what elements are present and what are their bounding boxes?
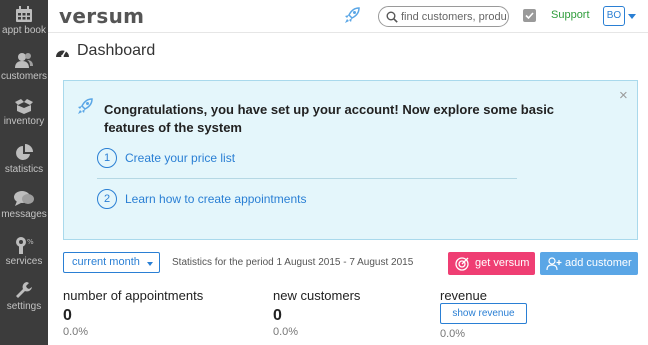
close-icon[interactable]: × <box>619 87 628 104</box>
get-versum-button[interactable]: get versum <box>448 252 535 275</box>
onboarding-banner: × Congratulations, you have set up your … <box>63 80 638 240</box>
show-revenue-button[interactable]: show revenue <box>440 303 527 324</box>
stat-appointments: number of appointments 0 0.0% <box>63 288 203 338</box>
top-bar: versum Support BO <box>48 0 648 33</box>
sidebar-item-label: messages <box>1 209 47 220</box>
sidebar-item-messages[interactable]: messages <box>0 190 48 220</box>
sidebar-item-label: inventory <box>3 116 45 127</box>
sidebar-item-label: services <box>5 256 43 267</box>
stat-new-customers: new customers 0 0.0% <box>273 288 360 338</box>
messages-icon <box>14 191 34 206</box>
checkbox-toggle[interactable] <box>523 9 536 22</box>
sidebar-item-services[interactable]: % services <box>0 236 48 267</box>
dashboard-gauge-icon <box>56 50 69 58</box>
svg-text:%: % <box>27 238 34 246</box>
target-icon <box>455 257 469 271</box>
pie-chart-icon <box>16 144 33 160</box>
stat-revenue: revenue <box>440 288 487 303</box>
wrench-icon <box>16 282 32 298</box>
search-input[interactable] <box>401 9 507 24</box>
search-icon <box>386 11 398 23</box>
user-avatar[interactable]: BO <box>603 6 625 26</box>
stat-percent: 0.0% <box>273 326 299 338</box>
logo[interactable]: versum <box>59 4 144 28</box>
support-link[interactable]: Support <box>551 9 590 21</box>
sidebar-item-inventory[interactable]: inventory <box>0 98 48 127</box>
sidebar-item-label: statistics <box>4 164 44 175</box>
stat-percent: 0.0% <box>63 326 89 338</box>
stat-value: 0 <box>63 307 72 324</box>
check-icon <box>525 12 534 20</box>
sidebar-item-label: appt book <box>2 25 46 36</box>
step-link[interactable]: Create your price list <box>125 151 235 165</box>
sidebar-item-appt-book[interactable]: appt book <box>0 6 48 36</box>
chevron-down-icon[interactable] <box>628 14 636 19</box>
rocket-icon <box>77 98 93 120</box>
services-icon: % <box>16 237 34 254</box>
inventory-icon <box>15 99 33 114</box>
stat-percent: 0.0% <box>440 328 466 340</box>
sidebar-item-label: settings <box>6 301 42 312</box>
period-label: current month <box>72 256 140 268</box>
step-number: 1 <box>97 148 117 168</box>
stat-value: 0 <box>273 307 282 324</box>
banner-title: Congratulations, you have set up your ac… <box>104 102 555 135</box>
sidebar-item-customers[interactable]: customers <box>0 52 48 82</box>
sidebar-item-settings[interactable]: settings <box>0 281 48 312</box>
divider <box>97 178 517 179</box>
step-number: 2 <box>97 189 117 209</box>
stat-label: revenue <box>440 288 487 303</box>
calendar-icon <box>16 6 32 22</box>
rocket-icon[interactable] <box>344 7 360 29</box>
customers-icon <box>15 53 33 68</box>
chevron-down-icon <box>147 262 153 266</box>
sidebar-item-label: customers <box>0 71 48 82</box>
sidebar-item-statistics[interactable]: statistics <box>0 144 48 175</box>
sidebar: appt book customers inventory statistics… <box>0 0 48 345</box>
search-box[interactable] <box>378 6 509 27</box>
period-description: Statistics for the period 1 August 2015 … <box>172 257 414 268</box>
add-customer-label: add customer <box>565 257 632 269</box>
page-title: Dashboard <box>77 42 156 59</box>
get-versum-label: get versum <box>475 257 530 269</box>
add-user-icon <box>546 257 562 271</box>
stat-label: number of appointments <box>63 288 204 303</box>
add-customer-button[interactable]: add customer <box>540 252 638 275</box>
period-dropdown[interactable]: current month <box>63 252 160 273</box>
step-link[interactable]: Learn how to create appointments <box>125 192 306 206</box>
stat-label: new customers <box>273 288 361 303</box>
